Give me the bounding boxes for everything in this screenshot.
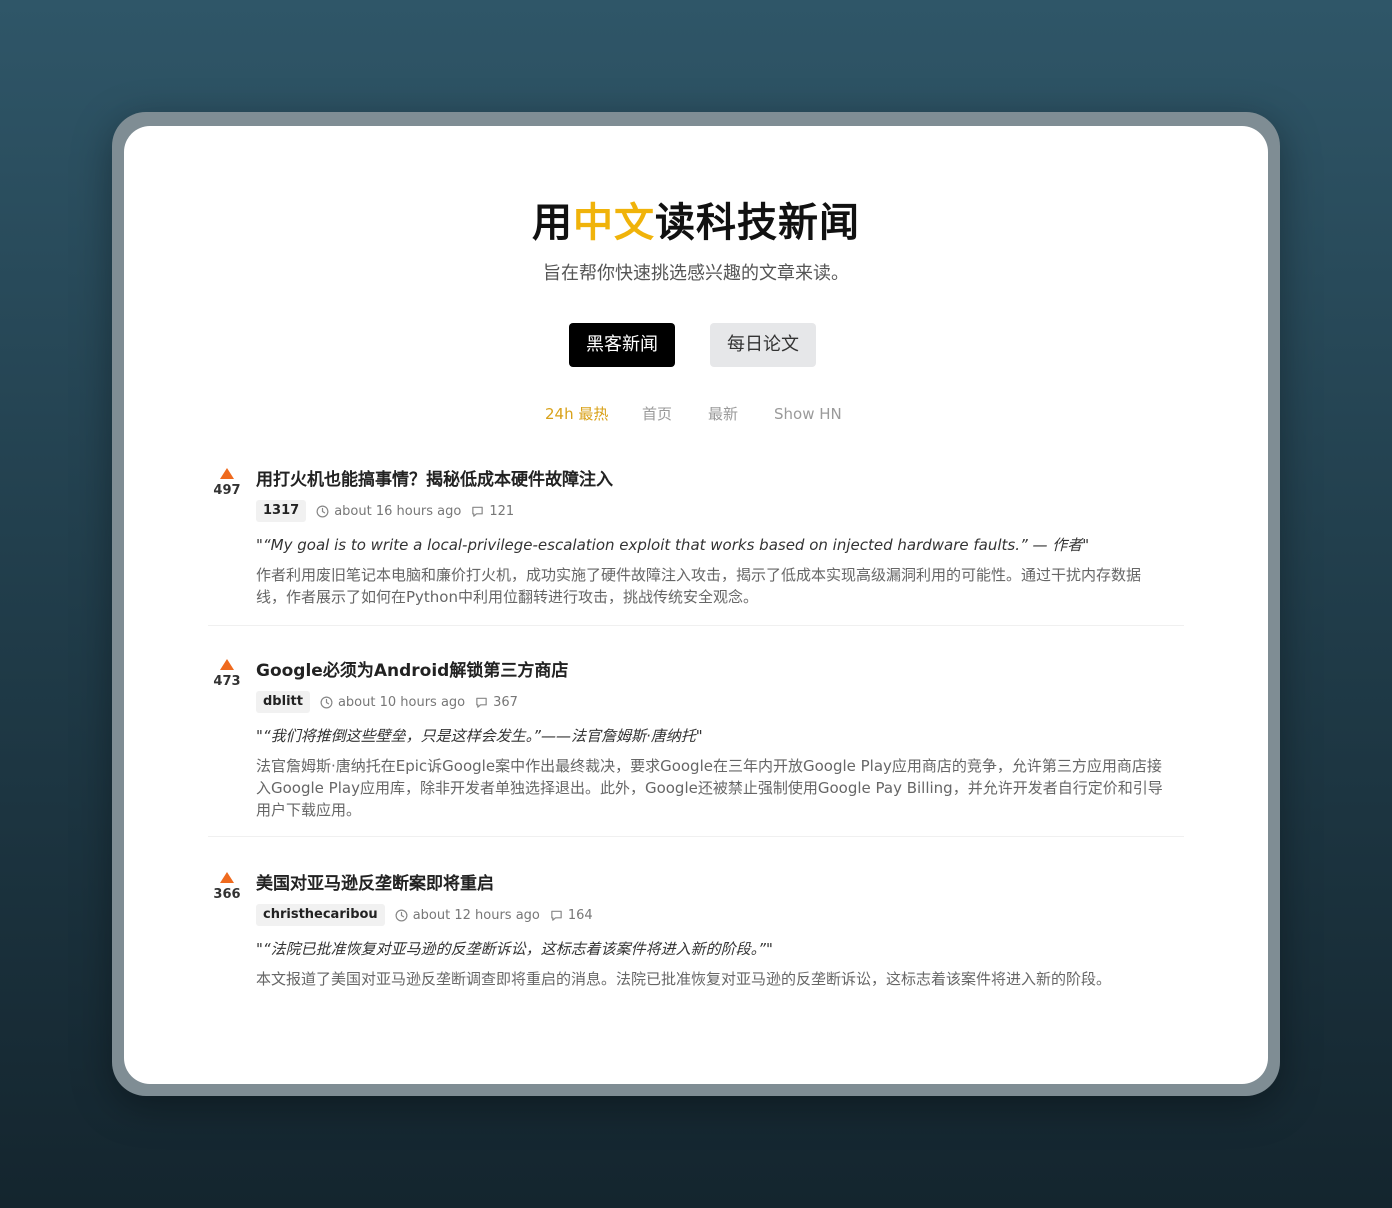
triangle-up-icon[interactable] <box>220 872 234 883</box>
comment-count: 121 <box>489 503 515 519</box>
post-summary: 本文报道了美国对亚马逊反垄断调查即将重启的消息。法院已批准恢复对亚马逊的反垄断诉… <box>256 970 1112 988</box>
tab-24h-hot[interactable]: 24h 最热 <box>545 402 608 426</box>
time-group: about 12 hours ago <box>395 908 550 923</box>
score: 497 <box>213 483 241 498</box>
daily-papers-button[interactable]: 每日论文 <box>710 323 816 367</box>
clock-icon <box>320 696 333 708</box>
page-title: 用中文读科技新闻 <box>124 198 1268 248</box>
comment-bubble-icon <box>551 910 562 921</box>
title-prefix: 用 <box>532 200 573 246</box>
comments-link[interactable]: 367 <box>475 695 518 710</box>
vote-box: 366 <box>208 872 246 903</box>
post-time: about 16 hours ago <box>334 503 462 519</box>
clock-icon <box>316 505 329 517</box>
post-quote: "“我们将推倒这些壁垒，只是这样会发生。”——法官詹姆斯·唐纳托" <box>256 727 703 745</box>
divider <box>208 625 1184 626</box>
post-quote: "“法院已批准恢复对亚马逊的反垄断诉讼，这标志着该案件将进入新的阶段。”" <box>256 940 773 958</box>
hacker-news-button[interactable]: 黑客新闻 <box>569 323 675 367</box>
time-group: about 10 hours ago <box>320 695 475 710</box>
score: 366 <box>213 887 241 902</box>
post-summary: 法官詹姆斯·唐纳托在Epic诉Google案中作出最终裁决，要求Google在三… <box>256 757 1163 819</box>
triangle-up-icon[interactable] <box>220 468 234 479</box>
comment-bubble-icon <box>472 506 484 517</box>
comments-link[interactable]: 121 <box>471 504 514 519</box>
author-badge[interactable]: dblitt <box>256 691 310 713</box>
post-title[interactable]: Google必须为Android解锁第三方商店 <box>256 659 568 683</box>
post-title[interactable]: 用打火机也能搞事情？揭秘低成本硬件故障注入 <box>256 468 613 492</box>
triangle-up-icon[interactable] <box>220 659 234 670</box>
list-item: 473 Google必须为Android解锁第三方商店 dblitt about… <box>208 659 1184 839</box>
list-item: 497 用打火机也能搞事情？揭秘低成本硬件故障注入 1317 about 16 … <box>208 468 1184 628</box>
tab-newest[interactable]: 最新 <box>708 402 738 426</box>
main-card: 用中文读科技新闻 旨在帮你快速挑选感兴趣的文章来读。 黑客新闻 每日论文 24h… <box>124 126 1268 1084</box>
list-item: 366 美国对亚马逊反垄断案即将重启 christhecaribou about… <box>208 872 1184 1002</box>
title-accent: 中文 <box>573 200 655 246</box>
comments-link[interactable]: 164 <box>550 908 593 923</box>
comment-count: 367 <box>493 694 518 710</box>
time-group: about 16 hours ago <box>316 504 471 519</box>
comment-count: 164 <box>567 907 593 923</box>
author-badge[interactable]: 1317 <box>256 500 307 522</box>
post-title[interactable]: 美国对亚马逊反垄断案即将重启 <box>256 872 494 896</box>
page-subtitle: 旨在帮你快速挑选感兴趣的文章来读。 <box>543 263 849 284</box>
post-meta: dblitt about 10 hours ago 367 <box>256 691 518 713</box>
comment-bubble-icon <box>476 697 487 708</box>
vote-box: 497 <box>208 468 246 499</box>
post-summary: 作者利用废旧笔记本电脑和廉价打火机，成功实施了硬件故障注入攻击，揭示了低成本实现… <box>256 566 1142 606</box>
tab-show-hn[interactable]: Show HN <box>774 402 842 426</box>
post-meta: 1317 about 16 hours ago 121 <box>256 500 514 522</box>
post-quote: "“My goal is to write a local-privilege-… <box>256 536 1090 554</box>
post-meta: christhecaribou about 12 hours ago 164 <box>256 904 593 926</box>
score: 473 <box>213 674 241 689</box>
clock-icon <box>395 909 408 921</box>
tab-home[interactable]: 首页 <box>642 402 672 426</box>
divider <box>208 836 1184 837</box>
author-badge[interactable]: christhecaribou <box>256 904 385 926</box>
feed-tabs: 24h 最热 首页 最新 Show HN <box>124 402 1268 426</box>
post-time: about 10 hours ago <box>337 694 466 710</box>
title-suffix: 读科技新闻 <box>655 200 860 246</box>
post-time: about 12 hours ago <box>412 907 540 923</box>
vote-box: 473 <box>208 659 246 690</box>
